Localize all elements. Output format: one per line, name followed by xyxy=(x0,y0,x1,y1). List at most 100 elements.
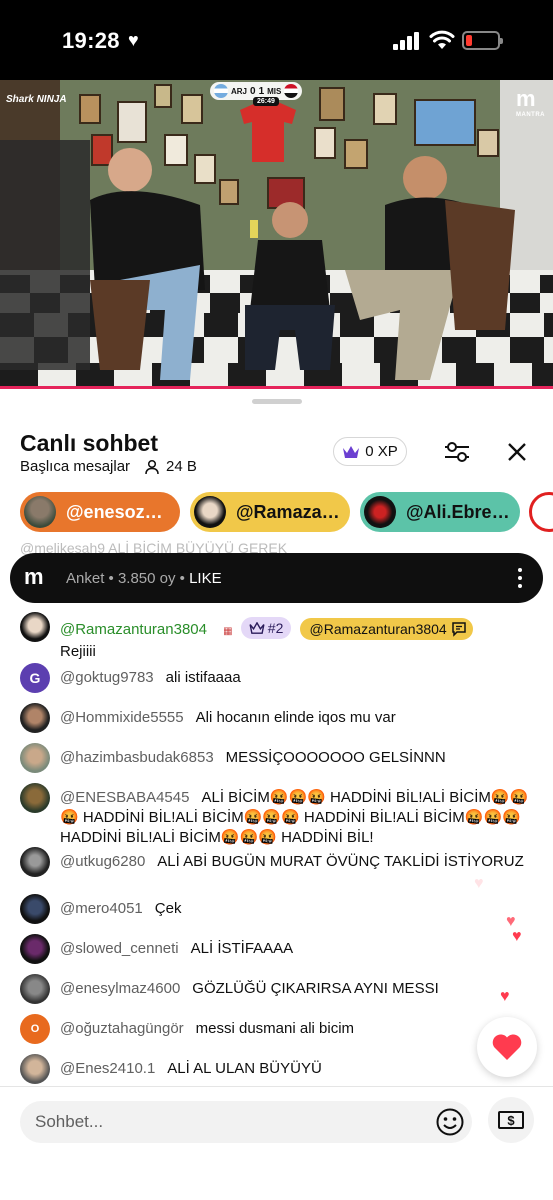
message-author[interactable]: @hazimbasbudak6853 xyxy=(60,749,214,766)
chat-title: Canlı sohbet xyxy=(20,430,159,456)
flag-emoji-icon: ▦ xyxy=(223,626,233,637)
supporter-chip[interactable]: @enesoz… xyxy=(20,492,180,532)
message-author[interactable]: @Enes2410.1 xyxy=(60,1060,155,1077)
avatar xyxy=(194,496,226,528)
supporter-chip-label: @Ramaza… xyxy=(236,501,340,522)
argentina-flag-icon xyxy=(214,84,228,98)
filter-sliders-icon[interactable] xyxy=(443,439,471,465)
message-author[interactable]: @Ramazanturan3804 xyxy=(60,621,207,638)
message-author[interactable]: @oğuztahagüngör xyxy=(60,1020,184,1037)
floating-heart-icon: ♥ xyxy=(500,988,510,1005)
poll-summary: Anket • 3.850 oy • LIKE xyxy=(66,569,222,587)
message-text: Rejiiii xyxy=(60,643,96,660)
message-text: Çek xyxy=(154,900,182,917)
floating-heart-icon: ♥ xyxy=(512,928,522,945)
crown-icon xyxy=(343,445,360,458)
message-text: Ali hocanın elinde iqos mu var xyxy=(195,709,396,726)
crown-icon xyxy=(249,622,265,634)
sponsor-logo: Shark NINJA xyxy=(6,94,67,105)
wifi-icon xyxy=(429,30,455,49)
pinned-supporters-row: @enesoz… @Ramaza… @Ali.Ebre… xyxy=(20,492,553,532)
chat-message: @hazimbasbudak6853 MESSİÇOOOOOOO GELSİNNN xyxy=(20,743,540,773)
avatar[interactable]: G xyxy=(20,663,50,693)
viewer-count-value: 24 B xyxy=(166,458,197,475)
away-goals: 1 xyxy=(258,85,265,97)
avatar[interactable] xyxy=(20,743,50,773)
message-author[interactable]: @goktug9783 xyxy=(60,669,154,686)
rank-badge: #2 xyxy=(240,617,292,639)
viewer-count: 24 B xyxy=(144,458,197,475)
message-text: ALİ AL ULAN BÜYÜYÜ xyxy=(167,1060,322,1077)
supporter-chip[interactable] xyxy=(529,492,553,532)
message-author[interactable]: @ENESBABA4545 xyxy=(60,789,189,806)
like-heart-button[interactable] xyxy=(477,1017,537,1077)
message-author[interactable]: @slowed_cenneti xyxy=(60,940,179,957)
reply-badge[interactable]: @Ramazanturan3804 xyxy=(299,618,473,640)
chat-message: @Enes2410.1 ALİ AL ULAN BÜYÜYÜ xyxy=(20,1054,540,1084)
dollar-bill-icon: $ xyxy=(498,1111,524,1129)
video-progress-bar[interactable] xyxy=(0,386,553,389)
chat-message: @slowed_cenneti ALİ İSTİFAAAA xyxy=(20,934,540,964)
message-text: ALİ İSTİFAAAA xyxy=(190,940,294,957)
heart-icon xyxy=(492,1034,522,1060)
avatar[interactable] xyxy=(20,612,50,642)
avatar[interactable] xyxy=(20,974,50,1004)
away-team: MIS xyxy=(267,86,282,96)
message-text: GÖZLÜĞÜ ÇIKARIRSA AYNI MESSI xyxy=(192,980,439,997)
svg-text:$: $ xyxy=(507,1113,515,1128)
message-text: MESSİÇOOOOOOO GELSİNNN xyxy=(225,749,446,766)
cellular-signal-icon xyxy=(393,32,421,50)
drag-handle[interactable] xyxy=(252,399,302,404)
close-icon[interactable] xyxy=(505,440,529,464)
live-video-player[interactable] xyxy=(0,80,553,388)
channel-logo-icon: m xyxy=(24,564,44,589)
avatar xyxy=(24,496,56,528)
more-options-icon[interactable] xyxy=(517,568,523,588)
supporter-chip[interactable]: @Ramaza… xyxy=(190,492,350,532)
poll-banner[interactable]: m Anket • 3.850 oy • LIKE xyxy=(10,553,543,603)
chat-message: @enesylmaz4600 GÖZLÜĞÜ ÇIKARIRSA AYNI MES… xyxy=(20,974,540,1004)
supporter-chip[interactable]: @Ali.Ebre… xyxy=(360,492,520,532)
supporter-chip-label: @enesoz… xyxy=(66,501,163,522)
message-author[interactable]: @enesylmaz4600 xyxy=(60,980,180,997)
super-chat-button[interactable]: $ xyxy=(488,1097,534,1143)
chat-message: @Ramazanturan3804 ▦ #2 @Ramazanturan3804… xyxy=(20,612,540,662)
chat-mode-label: Başlıca mesajlar xyxy=(20,458,131,475)
chat-input[interactable] xyxy=(20,1101,472,1143)
xp-value: 0 XP xyxy=(365,443,398,460)
home-goals: 0 xyxy=(250,85,256,97)
heart-status-icon: ♥ xyxy=(128,30,139,50)
avatar[interactable] xyxy=(20,703,50,733)
avatar[interactable] xyxy=(20,1054,50,1084)
battery-icon xyxy=(462,31,503,50)
message-author[interactable]: @utkug6280 xyxy=(60,853,145,870)
person-icon xyxy=(145,459,159,474)
live-chat-panel: Canlı sohbet Başlıca mesajlar 24 B 0 XP … xyxy=(0,390,553,1200)
supporter-chip-label: @Ali.Ebre… xyxy=(406,501,510,522)
message-author[interactable]: @Hommixide5555 xyxy=(60,709,184,726)
chat-message: @ENESBABA4545 ALİ BİCİM🤬🤬🤬 HADDİNİ BİL!AL… xyxy=(20,783,540,848)
chat-message: G @goktug9783 ali istifaaaa xyxy=(20,663,540,693)
message-text: ali istifaaaa xyxy=(165,669,241,686)
avatar[interactable] xyxy=(20,894,50,924)
message-text: ALİ ABİ BUGÜN MURAT ÖVÜNÇ TAKLİDİ İSTİYO… xyxy=(157,853,524,870)
avatar[interactable] xyxy=(20,783,50,813)
status-bar: 19:28 ♥ xyxy=(0,0,553,80)
avatar[interactable] xyxy=(20,934,50,964)
match-clock: 26:49 xyxy=(253,97,279,106)
avatar[interactable]: O xyxy=(20,1014,50,1044)
channel-logo: m MANTRA xyxy=(516,86,545,118)
home-team: ARJ xyxy=(231,86,248,96)
chat-message: O @oğuztahagüngör messi dusmani ali bicim xyxy=(20,1014,540,1044)
chat-input-bar: $ xyxy=(0,1086,553,1200)
comment-icon xyxy=(451,622,466,637)
chat-message: @mero4051 Çek xyxy=(20,894,540,924)
video-frame xyxy=(0,80,553,388)
chat-mode-selector[interactable]: Başlıca mesajlar 24 B xyxy=(20,458,197,475)
emoji-icon[interactable] xyxy=(435,1107,465,1137)
floating-heart-icon: ♥ xyxy=(474,875,484,892)
xp-button[interactable]: 0 XP xyxy=(333,437,407,466)
avatar[interactable] xyxy=(20,847,50,877)
message-author[interactable]: @mero4051 xyxy=(60,900,143,917)
chat-message: @Hommixide5555 Ali hocanın elinde iqos mu… xyxy=(20,703,540,733)
